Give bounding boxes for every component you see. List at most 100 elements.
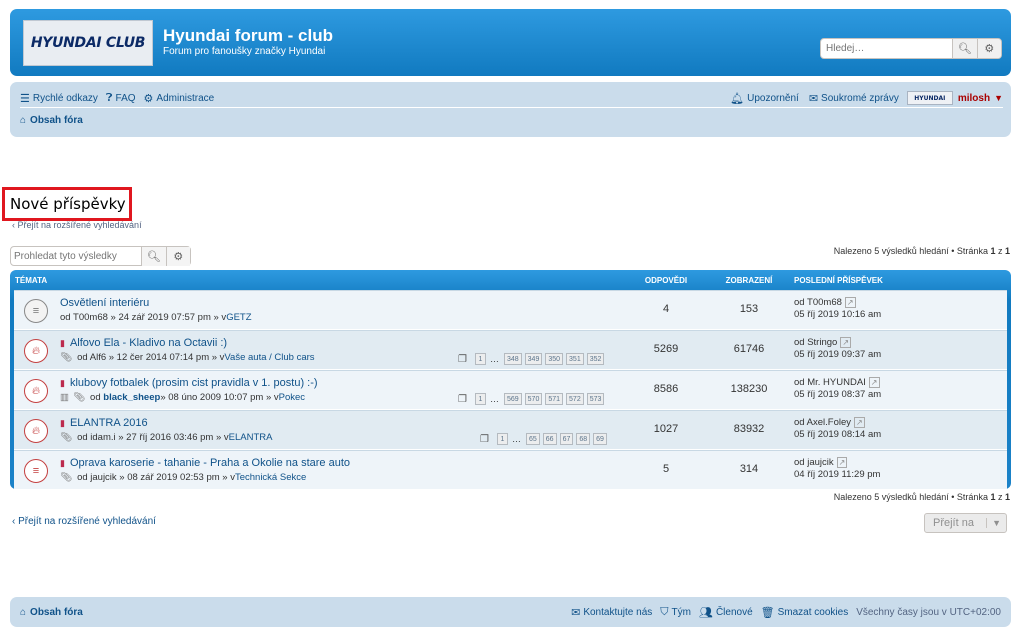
attachment-file-icon: ▮ [60,417,65,428]
page-link[interactable]: 569 [503,393,522,405]
jump-to-button[interactable]: Přejít na ▼ [924,513,1007,533]
breadcrumb-index[interactable]: ⌂ Obsah fóra [20,115,83,126]
header-replies: Odpovědi [644,275,688,285]
page-link[interactable]: 66 [542,433,557,445]
cogs-icon: ⚙ [143,92,154,105]
topic-title-line: ▮ klubovy fotbalek (prosim cist pravidla… [60,377,318,389]
paperclip-icon: 📎︎ [60,352,73,363]
topic-forum-link[interactable]: ELANTRA [229,432,273,443]
topic-meta-text: od jaujcik » 08 zář 2019 02:53 pm » v [77,472,235,483]
attachment-file-icon: ▮ [60,377,65,388]
topic-author-link[interactable]: black_sheep [103,392,160,403]
team-label: Tým [671,606,691,618]
topic-meta: ▥ 📎︎ od black_sheep » 08 úno 2009 10:07 pm… [60,392,305,403]
search-results-advanced-button[interactable]: ⚙ [165,247,190,266]
search-results-input[interactable] [11,247,141,265]
footer-breadcrumb-label: Obsah fóra [30,606,83,618]
header-topics: Témata [15,275,48,285]
last-post-author: od Axel.Foley [794,417,852,428]
logo-text: HYUNDAI CLUB [30,35,146,51]
search-button[interactable]: 🔍︎ [952,39,977,58]
faq-link[interactable]: ❓︎ FAQ [106,92,136,105]
search-results-button[interactable]: 🔍︎ [141,247,166,266]
page-link[interactable]: 68 [576,433,591,445]
shield-icon: ⛉ [660,605,669,618]
footer-links: ✉ Kontaktujte nás ⛉ Tým 👥︎ Členové 🗑︎ Smazat… [563,606,1001,619]
page-link[interactable]: 67 [559,433,574,445]
search-input[interactable] [821,39,952,58]
admin-link[interactable]: ⚙ Administrace [144,92,215,105]
advanced-search-link-bottom[interactable]: ‹ Přejít na rozšířené vyhledávání [12,516,156,527]
page-link[interactable]: 69 [593,433,607,445]
members-link[interactable]: 👥︎ Členové [699,606,753,619]
user-menu[interactable]: HYUNDAI milosh ▼ [906,91,1003,105]
timezone-info: Všechny časy jsou v UTC+02:00 [856,606,1001,618]
footer-breadcrumb-index[interactable]: ⌂ Obsah fóra [20,607,83,618]
nav-top-row: ☰ Rychlé odkazy ❓︎ FAQ ⚙ Administrace 🔔︎ Upo… [20,89,1003,108]
topic-title-link[interactable]: Osvětlení interiéru [60,297,149,309]
topic-title-link[interactable]: ELANTRA 2016 [70,417,148,429]
notifications-label: Upozornění [747,92,799,104]
notifications-link[interactable]: 🔔︎ Upozornění [730,92,799,105]
page-link[interactable]: 573 [586,393,605,405]
private-messages-label: Soukromé zprávy [821,92,899,104]
page-link[interactable]: 570 [524,393,543,405]
advanced-search-label: Přejít na rozšířené vyhledávání [18,516,156,527]
delete-cookies-link[interactable]: 🗑︎ Smazat cookies [761,606,849,619]
goto-last-post-icon[interactable]: ↗ [868,377,880,388]
footer-navbar: ⌂ Obsah fóra ✉ Kontaktujte nás ⛉ Tým 👥︎ Člen… [10,597,1011,627]
topic-title-line: Osvětlení interiéru [60,297,149,309]
page-link[interactable]: 350 [545,353,564,365]
page-link[interactable]: 572 [566,393,584,405]
page-link[interactable]: 1 [474,393,486,405]
goto-last-post-icon[interactable]: ↗ [854,417,865,428]
goto-last-post-icon[interactable]: ↗ [840,337,852,348]
page-link[interactable]: 351 [566,353,584,365]
page-link[interactable]: 571 [545,393,564,405]
team-link[interactable]: ⛉ Tým [660,606,691,619]
pages-icon: ❐ [480,433,489,445]
page-link[interactable]: 1 [496,433,508,445]
table-row: 🔥︎ ▮ klubovy fotbalek (prosim cist pravi… [14,370,1007,410]
goto-last-post-icon[interactable]: ↗ [844,297,856,308]
navbar: ☰ Rychlé odkazy ❓︎ FAQ ⚙ Administrace 🔔︎ Upo… [10,82,1011,137]
pagination-ellipsis: … [489,394,499,404]
advanced-search-button[interactable]: ⚙ [976,39,1001,58]
topic-title-link[interactable]: klubovy fotbalek (prosim cist pravidla v… [70,377,318,389]
topic-forum-link[interactable]: Vaše auta / Club cars [224,352,314,363]
goto-last-post-icon[interactable]: ↗ [836,457,848,468]
table-header: Témata Odpovědi Zobrazení Poslední přísp… [14,270,1007,290]
topic-forum-link[interactable]: Pokec [279,392,305,403]
topic-last-post: od Stringo ↗ 05 říj 2019 09:37 am [794,337,881,361]
pagination-info-top: Nalezeno 5 výsledků hledání • Stránka 1 … [834,246,1010,256]
topic-title-link[interactable]: Oprava karoserie - tahanie - Praha a Oko… [70,457,350,469]
advanced-search-link-top[interactable]: ‹ Přejít na rozšířené vyhledávání [12,220,142,230]
quick-links-menu[interactable]: ☰ Rychlé odkazy [20,92,98,105]
topic-forum-link[interactable]: Technická Sekce [235,472,306,483]
page-link[interactable]: 348 [503,353,522,365]
site-logo[interactable]: HYUNDAI CLUB [23,20,153,66]
topic-title-line: ▮ Alfovo Ela - Kladivo na Octavii :) [60,337,227,349]
envelope-icon: ✉ [571,606,581,619]
contact-link[interactable]: ✉ Kontaktujte nás [571,606,652,619]
topic-meta: 📎︎ od jaujcik » 08 zář 2019 02:53 pm » v … [60,472,306,483]
bell-icon: 🔔︎ [730,92,745,105]
topic-replies: 5269 [653,343,679,355]
topic-title-link[interactable]: Alfovo Ela - Kladivo na Octavii :) [70,337,227,349]
topic-forum-link[interactable]: GETZ [226,312,251,323]
hot-topic-icon: 🔥︎ [24,419,48,443]
poll-chart-icon: ▥ [60,392,69,403]
topic-views: 83932 [733,423,765,435]
breadcrumb: ⌂ Obsah fóra [20,115,83,126]
topic-meta: 📎︎ od idam.i » 27 říj 2016 03:46 pm » v E… [60,432,272,443]
page-link[interactable]: 349 [524,353,543,365]
topic-read-icon: ≡ [24,299,48,323]
topic-meta-text: od Alf6 » 12 čer 2014 07:14 pm » v [77,352,225,363]
attachment-file-icon: ▮ [60,337,65,348]
page-link[interactable]: 1 [474,353,486,365]
private-messages-link[interactable]: ✉ Soukromé zprávy [809,92,899,105]
page-link[interactable]: 352 [586,353,605,365]
page-link[interactable]: 65 [525,433,540,445]
table-row: 🔥︎ ▮ Alfovo Ela - Kladivo na Octavii :) … [14,330,1007,370]
caret-down-icon: ▼ [994,93,1003,103]
